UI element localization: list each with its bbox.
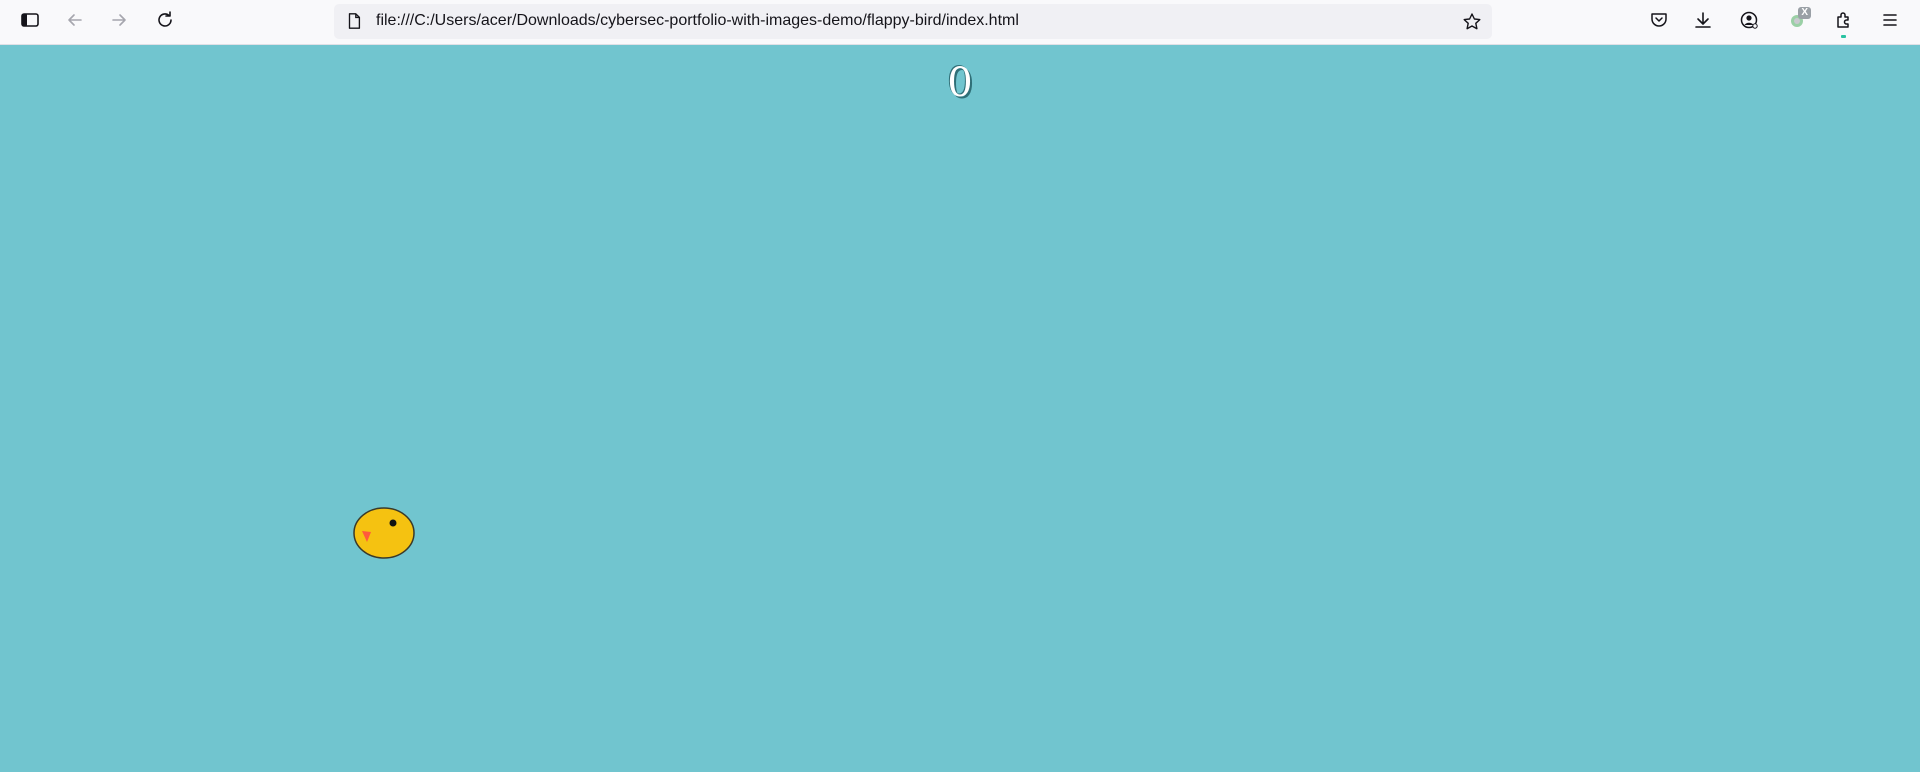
sidebar-icon — [20, 10, 40, 35]
sidebar-toggle-button[interactable] — [14, 6, 46, 38]
pocket-button[interactable] — [1643, 6, 1675, 38]
extension-button[interactable]: X — [1781, 6, 1813, 38]
reload-button[interactable] — [149, 6, 181, 38]
account-icon — [1739, 10, 1759, 35]
bird — [353, 507, 415, 559]
browser-toolbar: file:///C:/Users/acer/Downloads/cybersec… — [0, 0, 1920, 45]
back-icon — [65, 10, 85, 35]
extensions-puzzle-icon — [1834, 10, 1854, 35]
menu-icon — [1880, 10, 1900, 35]
reload-icon — [155, 10, 175, 35]
game-canvas[interactable]: 0 — [0, 46, 1920, 772]
score-display: 0 — [947, 60, 973, 106]
account-button[interactable] — [1733, 6, 1765, 38]
downloads-icon — [1693, 10, 1713, 35]
forward-button[interactable] — [103, 6, 135, 38]
bookmark-star-icon[interactable] — [1460, 10, 1484, 34]
back-button[interactable] — [59, 6, 91, 38]
extensions-indicator-dot — [1841, 35, 1846, 38]
menu-button[interactable] — [1874, 6, 1906, 38]
extensions-button[interactable] — [1828, 6, 1860, 38]
pocket-icon — [1649, 10, 1669, 35]
file-icon — [344, 11, 364, 31]
address-bar[interactable]: file:///C:/Users/acer/Downloads/cybersec… — [334, 4, 1492, 39]
url-text[interactable]: file:///C:/Users/acer/Downloads/cybersec… — [376, 12, 1019, 30]
downloads-button[interactable] — [1687, 6, 1719, 38]
extension-badge: X — [1798, 7, 1811, 19]
forward-icon — [109, 10, 129, 35]
